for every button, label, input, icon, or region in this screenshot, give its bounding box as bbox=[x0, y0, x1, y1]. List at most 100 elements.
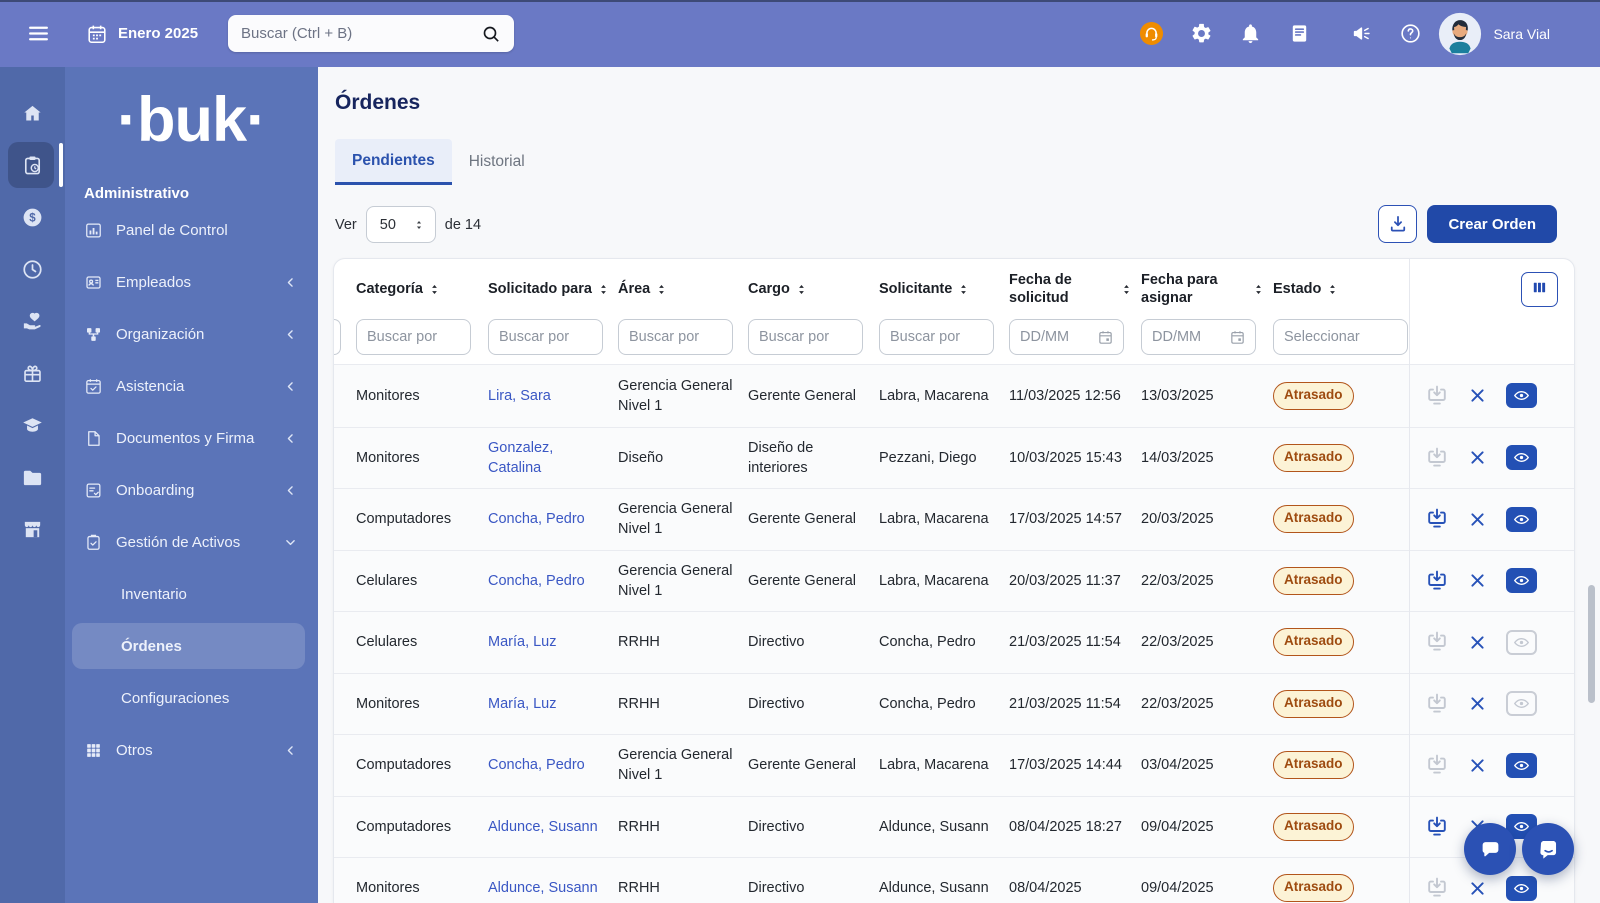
sort-icon[interactable] bbox=[1252, 283, 1265, 296]
search-icon[interactable] bbox=[481, 24, 501, 44]
view-order-icon[interactable] bbox=[1506, 876, 1537, 901]
cell-solicitado-para[interactable]: María, Luz bbox=[488, 694, 618, 714]
rail-item-graduation-cap[interactable] bbox=[0, 399, 65, 451]
sidebar-item-onboarding[interactable]: Onboarding bbox=[65, 464, 318, 516]
cancel-order-icon[interactable] bbox=[1468, 879, 1487, 898]
rail-item-gift[interactable] bbox=[0, 347, 65, 399]
cancel-order-icon[interactable] bbox=[1468, 694, 1487, 713]
calendar-icon[interactable] bbox=[1097, 329, 1114, 346]
column-header-categoria[interactable]: Categoría bbox=[356, 280, 488, 298]
assign-device-icon[interactable] bbox=[1425, 507, 1449, 531]
cancel-order-icon[interactable] bbox=[1468, 448, 1487, 467]
filter-cargo[interactable] bbox=[748, 319, 863, 355]
sidebar-item-documentos-y-firma[interactable]: Documentos y Firma bbox=[65, 412, 318, 464]
column-settings-button[interactable] bbox=[1521, 272, 1558, 307]
assign-device-icon[interactable] bbox=[1425, 815, 1449, 839]
view-order-icon[interactable] bbox=[1506, 383, 1537, 408]
tab-pendientes[interactable]: Pendientes bbox=[335, 139, 452, 185]
support-icon[interactable] bbox=[1139, 21, 1164, 46]
tab-historial[interactable]: Historial bbox=[452, 139, 542, 185]
rail-item-clock[interactable] bbox=[0, 243, 65, 295]
cancel-order-icon[interactable] bbox=[1468, 510, 1487, 529]
sidebar-subitem-configuraciones[interactable]: Configuraciones bbox=[65, 672, 318, 724]
view-order-icon[interactable] bbox=[1506, 753, 1537, 778]
filter-categoria[interactable] bbox=[356, 319, 471, 355]
user-menu[interactable]: Sara Vial bbox=[1438, 0, 1550, 67]
cancel-order-icon[interactable] bbox=[1468, 633, 1487, 652]
create-order-button[interactable]: Crear Orden bbox=[1427, 205, 1557, 243]
cell-solicitado-para[interactable]: Concha, Pedro bbox=[488, 509, 618, 529]
cancel-order-icon[interactable] bbox=[1468, 386, 1487, 405]
sidebar-item-asistencia[interactable]: Asistencia bbox=[65, 360, 318, 412]
rail-item-storefront[interactable] bbox=[0, 503, 65, 555]
rail-item-money[interactable]: $ bbox=[0, 191, 65, 243]
cell-solicitado-para[interactable]: Gonzalez, Catalina bbox=[488, 438, 618, 478]
notifications-icon[interactable] bbox=[1239, 22, 1262, 45]
help-icon[interactable] bbox=[1399, 22, 1422, 45]
rail-item-hand-heart[interactable] bbox=[0, 295, 65, 347]
sidebar-item-organizacion[interactable]: Organización bbox=[65, 308, 318, 360]
filter-fecha-de-solicitud[interactable]: DD/MM bbox=[1009, 319, 1124, 355]
cell-fecha-solicitud: 17/03/2025 14:57 bbox=[1009, 509, 1141, 529]
sort-icon[interactable] bbox=[597, 283, 610, 296]
column-header-cargo[interactable]: Cargo bbox=[748, 280, 879, 298]
sidebar-item-gestion-de-activos[interactable]: Gestión de Activos bbox=[65, 516, 318, 568]
sidebar-item-panel-de-control[interactable]: Panel de Control bbox=[65, 204, 318, 256]
view-order-icon[interactable] bbox=[1506, 507, 1537, 532]
global-search[interactable] bbox=[228, 15, 514, 52]
clipped-filter-input[interactable] bbox=[334, 319, 341, 355]
column-header-fecha-para-asignar[interactable]: Fecha para asignar bbox=[1141, 271, 1273, 307]
sidebar-subitem-ordenes[interactable]: Órdenes bbox=[65, 620, 318, 672]
cell-fecha-asignar: 22/03/2025 bbox=[1141, 571, 1273, 591]
sidebar-subitem-inventario[interactable]: Inventario bbox=[65, 568, 318, 620]
support-chat-button[interactable] bbox=[1522, 823, 1574, 875]
calendar-icon[interactable] bbox=[1229, 329, 1246, 346]
view-order-icon[interactable] bbox=[1506, 568, 1537, 593]
rail-item-home[interactable] bbox=[0, 87, 65, 139]
sort-icon[interactable] bbox=[957, 283, 970, 296]
feedback-chat-button[interactable] bbox=[1464, 823, 1516, 875]
table-body: MonitoresLira, SaraGerencia General Nive… bbox=[334, 364, 1574, 903]
table-row: CelularesMaría, LuzRRHHDirectivoConcha, … bbox=[334, 611, 1574, 673]
search-input[interactable] bbox=[228, 25, 481, 42]
view-order-icon[interactable] bbox=[1506, 445, 1537, 470]
sort-icon[interactable] bbox=[1120, 283, 1133, 296]
period-selector[interactable]: Enero 2025 bbox=[86, 0, 198, 67]
cell-solicitado-para[interactable]: María, Luz bbox=[488, 632, 618, 652]
sort-icon[interactable] bbox=[795, 283, 808, 296]
vertical-scrollbar[interactable] bbox=[1588, 585, 1595, 703]
column-header-estado[interactable]: Estado bbox=[1273, 280, 1409, 298]
sort-icon[interactable] bbox=[655, 283, 668, 296]
cell-solicitado-para[interactable]: Aldunce, Susann bbox=[488, 817, 618, 837]
page-size-select[interactable]: 50 bbox=[366, 206, 436, 243]
cancel-order-icon[interactable] bbox=[1468, 756, 1487, 775]
filter-estado[interactable]: Seleccionar bbox=[1273, 319, 1408, 355]
cell-solicitado-para[interactable]: Lira, Sara bbox=[488, 386, 618, 406]
assign-device-icon[interactable] bbox=[1425, 569, 1449, 593]
settings-icon[interactable] bbox=[1190, 22, 1213, 45]
column-header-solicitado-para[interactable]: Solicitado para bbox=[488, 280, 618, 298]
sort-icon[interactable] bbox=[428, 283, 441, 296]
column-header-area[interactable]: Área bbox=[618, 280, 748, 298]
hamburger-menu-icon[interactable] bbox=[26, 21, 51, 46]
sort-icon[interactable] bbox=[1326, 283, 1339, 296]
news-icon[interactable] bbox=[1288, 22, 1311, 45]
filter-solicitado-para[interactable] bbox=[488, 319, 603, 355]
rail-item-folder[interactable] bbox=[0, 451, 65, 503]
announcements-icon[interactable] bbox=[1350, 22, 1373, 45]
rail-item-clipboard-clock[interactable] bbox=[0, 139, 65, 191]
table-row: MonitoresLira, SaraGerencia General Nive… bbox=[334, 365, 1574, 427]
cell-categoria: Celulares bbox=[356, 632, 488, 652]
export-button[interactable] bbox=[1378, 205, 1417, 243]
cell-solicitado-para[interactable]: Concha, Pedro bbox=[488, 571, 618, 591]
cell-solicitado-para[interactable]: Aldunce, Susann bbox=[488, 878, 618, 898]
filter-area[interactable] bbox=[618, 319, 733, 355]
filter-fecha-para-asignar[interactable]: DD/MM bbox=[1141, 319, 1256, 355]
column-header-solicitante[interactable]: Solicitante bbox=[879, 280, 1009, 298]
sidebar-item-empleados[interactable]: Empleados bbox=[65, 256, 318, 308]
column-header-fecha-de-solicitud[interactable]: Fecha de solicitud bbox=[1009, 271, 1141, 307]
filter-solicitante[interactable] bbox=[879, 319, 994, 355]
cancel-order-icon[interactable] bbox=[1468, 571, 1487, 590]
cell-solicitado-para[interactable]: Concha, Pedro bbox=[488, 755, 618, 775]
sidebar-item-otros[interactable]: Otros bbox=[65, 724, 318, 776]
